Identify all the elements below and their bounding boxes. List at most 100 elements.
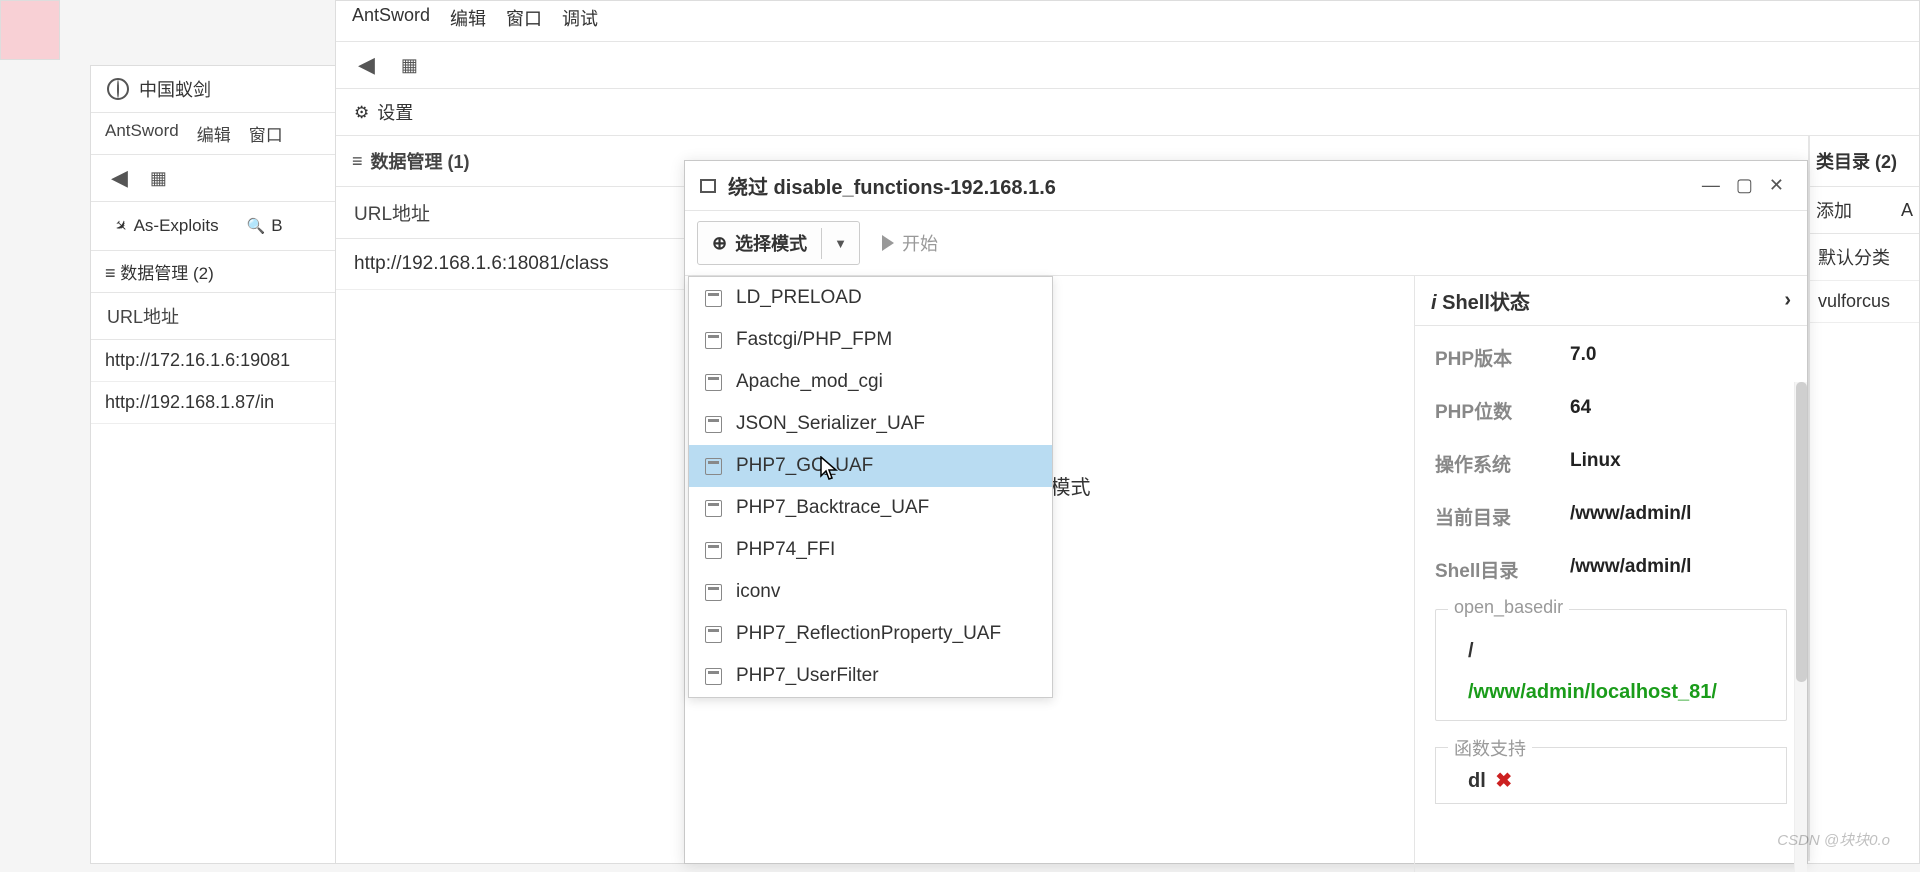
file-icon — [705, 668, 722, 685]
close-button[interactable]: ✕ — [1761, 171, 1792, 200]
tab-b-label: B — [271, 216, 282, 236]
menu-debug[interactable]: 调试 — [562, 5, 598, 31]
file-icon — [705, 332, 722, 349]
maximize-button[interactable]: ▢ — [1728, 171, 1761, 200]
shell-dir-value: /www/admin/l — [1570, 556, 1691, 583]
open-basedir-path: /www/admin/localhost_81/ — [1468, 681, 1768, 704]
select-mode-button[interactable]: 选择模式 ▼ — [697, 221, 860, 265]
main-tabstrip: 设置 — [336, 89, 1919, 136]
shell-dir-label: Shell目录 — [1435, 556, 1570, 583]
search-icon — [247, 216, 266, 236]
mode-php74-ffi[interactable]: PHP74_FFI — [689, 529, 1052, 571]
main-grid-icon[interactable]: ▦ — [389, 49, 428, 82]
menu-window[interactable]: 窗口 — [506, 5, 542, 31]
cwd-label: 当前目录 — [1435, 503, 1570, 530]
mode-label: PHP74_FFI — [736, 539, 835, 561]
category-default[interactable]: 默认分类 — [1810, 234, 1919, 281]
php-version-value: 7.0 — [1570, 344, 1596, 371]
row-os: 操作系统 Linux — [1435, 450, 1787, 477]
start-button-label: 开始 — [902, 230, 938, 256]
open-basedir-legend: open_basedir — [1448, 597, 1569, 618]
os-label: 操作系统 — [1435, 450, 1570, 477]
main-back-icon[interactable]: ◀ — [344, 46, 389, 84]
category-vulforcus[interactable]: vulforcus — [1810, 281, 1919, 323]
mode-apache-mod-cgi[interactable]: Apache_mod_cgi — [689, 361, 1052, 403]
mode-label: PHP7_Backtrace_UAF — [736, 497, 929, 519]
dialog-toolbar: 选择模式 ▼ 开始 — [685, 211, 1807, 276]
os-value: Linux — [1570, 450, 1621, 477]
file-icon — [705, 458, 722, 475]
bypass-disable-functions-dialog: 绕过 disable_functions-192.168.1.6 — ▢ ✕ 选… — [684, 160, 1808, 864]
bg-menu-edit[interactable]: 编辑 — [197, 121, 231, 146]
php-version-label: PHP版本 — [1435, 344, 1570, 371]
mode-json-serializer-uaf[interactable]: JSON_Serializer_UAF — [689, 403, 1052, 445]
scrollbar-track[interactable] — [1794, 382, 1807, 872]
cwd-value: /www/admin/l — [1570, 503, 1691, 530]
main-menubar: AntSword 编辑 窗口 调试 — [336, 1, 1919, 42]
mode-label: Fastcgi/PHP_FPM — [736, 329, 892, 351]
menu-antsword[interactable]: AntSword — [352, 5, 430, 31]
data-panel-header-label: 数据管理 (1) — [371, 148, 470, 174]
dialog-left-pane: 钮,选择模式 LD_PRELOAD Fastcgi/PHP_FPM Apache… — [685, 276, 1415, 872]
row-php-version: PHP版本 7.0 — [1435, 344, 1787, 371]
row-php-bits: PHP位数 64 — [1435, 397, 1787, 424]
minimize-button[interactable]: — — [1694, 171, 1728, 200]
tab-settings-label: 设置 — [377, 99, 413, 125]
shell-status-panel: Shell状态 › PHP版本 7.0 PHP位数 64 操作系统 Linux — [1415, 276, 1807, 872]
tab-as-exploits[interactable]: As-Exploits — [101, 210, 233, 242]
mode-label: PHP7_ReflectionProperty_UAF — [736, 623, 1001, 645]
open-basedir-slash: / — [1468, 640, 1768, 663]
bg-menu-window[interactable]: 窗口 — [249, 121, 283, 146]
row-cwd: 当前目录 /www/admin/l — [1435, 503, 1787, 530]
file-icon — [705, 584, 722, 601]
select-mode-label: 选择模式 — [735, 230, 807, 256]
tab-settings[interactable]: 设置 — [336, 89, 431, 135]
dialog-title: 绕过 disable_functions-192.168.1.6 — [728, 171, 1694, 200]
file-icon — [705, 542, 722, 559]
add-category-label: 添加 — [1816, 197, 1852, 223]
mode-ld-preload[interactable]: LD_PRELOAD — [689, 277, 1052, 319]
dialog-titlebar[interactable]: 绕过 disable_functions-192.168.1.6 — ▢ ✕ — [685, 161, 1807, 211]
mode-label: iconv — [736, 581, 780, 603]
function-support-legend: 函数支持 — [1448, 735, 1532, 761]
plus-circle-icon — [712, 233, 727, 254]
mode-iconv[interactable]: iconv — [689, 571, 1052, 613]
mode-label: PHP7_GC_UAF — [736, 455, 873, 477]
cat-a-label: A — [1901, 200, 1913, 221]
back-icon[interactable]: ◀ — [99, 161, 140, 195]
mode-php7-reflection-uaf[interactable]: PHP7_ReflectionProperty_UAF — [689, 613, 1052, 655]
function-support-fieldset: 函数支持 dl ✖ — [1435, 747, 1787, 804]
mode-fastcgi[interactable]: Fastcgi/PHP_FPM — [689, 319, 1052, 361]
mode-php7-userfilter[interactable]: PHP7_UserFilter — [689, 655, 1052, 697]
window-icon — [700, 179, 716, 193]
x-icon: ✖ — [1495, 770, 1512, 792]
tab-b[interactable]: B — [233, 210, 297, 242]
mode-label: Apache_mod_cgi — [736, 371, 883, 393]
file-icon — [705, 500, 722, 517]
list-icon — [352, 151, 363, 172]
file-icon — [705, 626, 722, 643]
shell-status-header[interactable]: Shell状态 › — [1415, 276, 1807, 326]
shell-status-title: Shell状态 — [1442, 292, 1530, 314]
chevron-right-icon[interactable]: › — [1784, 289, 1791, 312]
scrollbar-thumb[interactable] — [1796, 382, 1807, 682]
mode-label: JSON_Serializer_UAF — [736, 413, 925, 435]
main-navbar: ◀ ▦ — [336, 42, 1919, 89]
bg-data-header-label: 数据管理 (2) — [120, 264, 214, 283]
mode-label: PHP7_UserFilter — [736, 665, 879, 687]
mode-php7-gc-uaf[interactable]: PHP7_GC_UAF — [689, 445, 1052, 487]
menu-edit[interactable]: 编辑 — [450, 5, 486, 31]
select-mode-caret[interactable]: ▼ — [821, 228, 859, 259]
categories-panel: 类目录 (2) 添加 A 默认分类 vulforcus — [1809, 136, 1919, 861]
grid-icon[interactable]: ▦ — [140, 164, 175, 193]
open-basedir-fieldset: open_basedir / /www/admin/localhost_81/ — [1435, 609, 1787, 721]
play-icon — [882, 235, 894, 251]
mode-php7-backtrace-uaf[interactable]: PHP7_Backtrace_UAF — [689, 487, 1052, 529]
file-icon — [705, 374, 722, 391]
add-category-button[interactable]: 添加 A — [1810, 187, 1919, 234]
start-button[interactable]: 开始 — [868, 222, 952, 264]
globe-icon — [107, 78, 129, 100]
list-icon — [105, 264, 116, 283]
row-shell-dir: Shell目录 /www/admin/l — [1435, 556, 1787, 583]
bg-menu-antsword[interactable]: AntSword — [105, 121, 179, 146]
